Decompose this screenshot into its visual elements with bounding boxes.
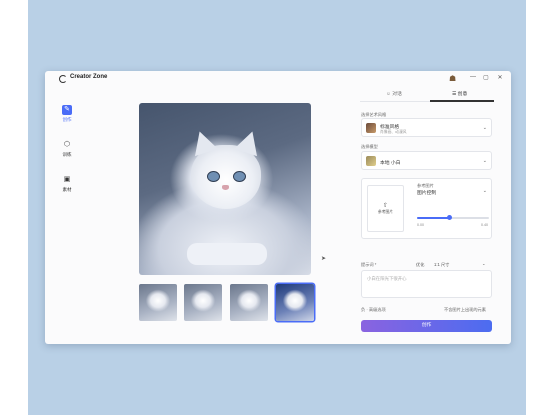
upload-label: 参考图片 (377, 210, 394, 214)
cube-icon: ⬡ (63, 141, 71, 148)
negative-prompt-summary[interactable]: 不含图片上出现的元素 (444, 307, 486, 313)
minimize-button[interactable]: — (468, 74, 478, 80)
chevron-down-icon: ⌄ (482, 125, 487, 131)
strength-slider[interactable] (417, 215, 489, 220)
sidebar-item-create[interactable]: ✎ 创作 (55, 105, 79, 123)
slider-fill (417, 217, 450, 219)
generate-button[interactable]: 创作 (361, 320, 492, 332)
panel-tabs: ☺ 对话 ☰ 创意 (360, 87, 494, 102)
slider-handle[interactable] (446, 215, 452, 220)
maximize-button[interactable]: ▢ (481, 74, 491, 81)
right-margin (526, 0, 554, 415)
style-thumbnail (366, 123, 376, 133)
aspect-ratio-button[interactable]: 1:1 尺寸 (434, 262, 449, 268)
app-title: Creator Zone (70, 74, 108, 80)
chevron-down-icon[interactable]: ⌄ (482, 261, 486, 266)
style-name: 标准风格 (380, 125, 400, 130)
optimize-button[interactable]: 优化 (416, 262, 424, 268)
thumbnail[interactable] (230, 284, 268, 321)
active-tab-indicator (430, 100, 494, 102)
sidebar-item-label: 训练 (62, 152, 72, 157)
reference-mode: 图片控制 (417, 191, 437, 196)
sidebar-item-label: 素材 (62, 187, 72, 192)
chevron-down-icon[interactable]: ⌄ (483, 188, 487, 194)
prompt-placeholder: 小白在阳光下很开心 (367, 276, 407, 281)
model-selector[interactable]: 本地 小白 ⌄ (361, 151, 492, 170)
style-description: 肖像画、动漫风 (380, 130, 407, 134)
folder-icon: ▣ (63, 176, 71, 183)
chat-icon: ☺ (386, 92, 391, 97)
left-margin (0, 0, 28, 415)
generated-image[interactable] (139, 103, 311, 275)
prompt-input[interactable]: 小白在阳光下很开心 (361, 270, 492, 298)
app-logo-icon (59, 75, 67, 83)
thumbnail-strip (139, 284, 314, 322)
tab-chat[interactable]: ☺ 对话 (386, 90, 402, 97)
prompt-label: 提示词 * (361, 262, 377, 267)
sliders-icon: ☰ (452, 92, 457, 97)
negative-prompt-toggle[interactable]: 负 · 高级选项 (361, 307, 386, 313)
slider-min-value: 0.00 (417, 223, 424, 227)
style-selector[interactable]: 标准风格 肖像画、动漫风 ⌄ (361, 118, 492, 137)
sidebar: ✎ 创作 ⬡ 训练 ▣ 素材 (45, 87, 90, 344)
app-window: Creator Zone ☗ — ▢ ✕ ✎ 创作 ⬡ 训练 ▣ 素材 ➤ ☺ … (45, 71, 511, 344)
model-thumbnail (366, 156, 376, 166)
cat-face (188, 127, 264, 209)
sidebar-item-assets[interactable]: ▣ 素材 (55, 175, 79, 193)
settings-panel: ☺ 对话 ☰ 创意 选择艺术风格 标准风格 肖像画、动漫风 ⌄ 选择模型 本地 … (358, 87, 498, 344)
close-button[interactable]: ✕ (495, 74, 505, 81)
reference-upload[interactable]: ⇧ 参考图片 (367, 185, 404, 232)
create-icon: ✎ (62, 105, 72, 115)
thumbnail-selected[interactable] (276, 284, 314, 321)
sidebar-item-label: 创作 (62, 117, 72, 122)
sidebar-item-train[interactable]: ⬡ 训练 (55, 140, 79, 158)
upload-icon: ⇧ (382, 203, 389, 209)
model-section-label: 选择模型 (361, 144, 378, 149)
tab-creative[interactable]: ☰ 创意 (452, 90, 467, 97)
thumbnail[interactable] (139, 284, 177, 321)
user-avatar-icon[interactable]: ☗ (449, 74, 458, 83)
slider-max-value: 0.40 (481, 223, 488, 227)
model-name: 本地 小白 (380, 161, 401, 166)
thumbnail[interactable] (184, 284, 222, 321)
mouse-cursor-icon: ➤ (321, 256, 327, 262)
chevron-down-icon: ⌄ (482, 158, 487, 164)
cat-paws (187, 243, 267, 265)
reference-image-card: ⇧ 参考图片 参考图片 图片控制 ⌄ 0.00 0.40 (361, 178, 492, 239)
title-bar: Creator Zone ☗ — ▢ ✕ (45, 71, 511, 87)
